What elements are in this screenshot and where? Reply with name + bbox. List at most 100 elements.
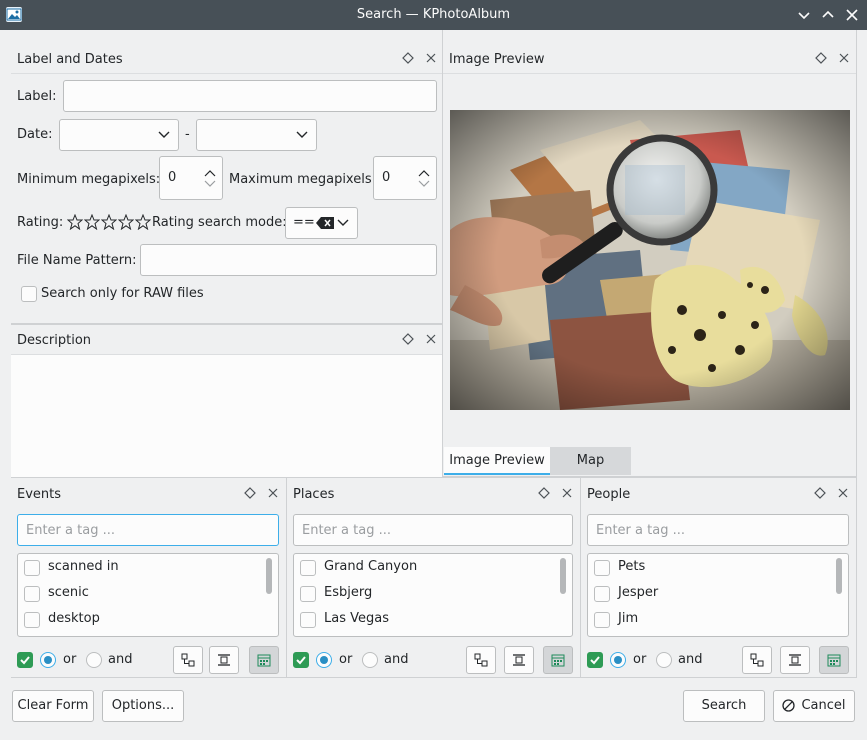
- category-enabled-checkbox[interactable]: [293, 652, 309, 668]
- float-icon[interactable]: [243, 486, 257, 500]
- tag-list[interactable]: scanned in scenic desktop: [17, 553, 279, 637]
- rating-star-icon[interactable]: [84, 214, 100, 230]
- search-dialog: Label and Dates Label: Date: - Minimum m…: [0, 30, 867, 740]
- list-scrollbar[interactable]: [560, 558, 566, 594]
- description-textarea[interactable]: [11, 354, 442, 477]
- rating-stars[interactable]: [67, 214, 151, 230]
- tag-list[interactable]: Pets Jesper Jim: [587, 553, 849, 637]
- category-enabled-checkbox[interactable]: [17, 652, 33, 668]
- tree-view-button[interactable]: [466, 646, 496, 674]
- tag-checkbox[interactable]: [24, 612, 40, 628]
- tag-checkbox[interactable]: [24, 560, 40, 576]
- tag-search-text[interactable]: [294, 515, 572, 545]
- tag-label: Jesper: [618, 585, 659, 600]
- date-from-combo[interactable]: [59, 119, 179, 151]
- and-radio[interactable]: [86, 652, 102, 668]
- spin-down-icon[interactable]: [418, 180, 430, 188]
- tag-search-text[interactable]: [588, 515, 848, 545]
- file-name-pattern-input[interactable]: [140, 244, 437, 276]
- file-name-pattern-text[interactable]: [141, 245, 436, 275]
- rating-star-icon[interactable]: [101, 214, 117, 230]
- tag-label: Grand Canyon: [324, 559, 418, 574]
- max-megapixels-spinbox[interactable]: 0: [373, 156, 437, 200]
- category-enabled-checkbox[interactable]: [587, 652, 603, 668]
- tree-view-button[interactable]: [173, 646, 203, 674]
- rating-star-icon[interactable]: [118, 214, 134, 230]
- tree-view-button[interactable]: [742, 646, 772, 674]
- close-icon[interactable]: [424, 51, 438, 65]
- search-button[interactable]: Search: [683, 690, 765, 722]
- spin-down-icon[interactable]: [204, 180, 216, 188]
- float-icon[interactable]: [814, 51, 828, 65]
- calendar-icon[interactable]: [543, 646, 573, 674]
- tag-list-item[interactable]: Pets: [594, 556, 826, 580]
- label-input[interactable]: [63, 80, 437, 112]
- close-window-icon[interactable]: [843, 6, 861, 24]
- tag-list-item[interactable]: Jesper: [594, 582, 826, 606]
- or-radio[interactable]: [316, 652, 332, 668]
- flat-view-button[interactable]: [780, 646, 810, 674]
- tag-search-input[interactable]: [587, 514, 849, 546]
- spin-up-icon[interactable]: [204, 169, 216, 177]
- raw-files-checkbox[interactable]: [21, 286, 37, 302]
- tag-list-item[interactable]: Jim: [594, 608, 826, 632]
- list-scrollbar[interactable]: [266, 558, 272, 594]
- float-icon[interactable]: [401, 332, 415, 346]
- tag-checkbox[interactable]: [594, 560, 610, 576]
- float-icon[interactable]: [813, 486, 827, 500]
- tag-list[interactable]: Grand Canyon Esbjerg Las Vegas: [293, 553, 573, 637]
- minimize-icon[interactable]: [795, 6, 813, 24]
- float-icon[interactable]: [537, 486, 551, 500]
- tag-checkbox[interactable]: [300, 612, 316, 628]
- calendar-icon[interactable]: [249, 646, 279, 674]
- chevron-down-icon: [296, 130, 308, 140]
- tag-list-item[interactable]: Esbjerg: [300, 582, 550, 606]
- tag-checkbox[interactable]: [300, 586, 316, 602]
- window-title: Search — KPhotoAlbum: [356, 7, 511, 22]
- tag-search-input[interactable]: [17, 514, 279, 546]
- spin-up-icon[interactable]: [418, 169, 430, 177]
- category-title: Events: [17, 487, 62, 502]
- clear-form-button[interactable]: Clear Form: [12, 690, 94, 722]
- or-radio[interactable]: [610, 652, 626, 668]
- options-button[interactable]: Options...: [102, 690, 184, 722]
- tag-list-item[interactable]: Grand Canyon: [300, 556, 550, 580]
- tag-search-input[interactable]: [293, 514, 573, 546]
- category-title: People: [587, 487, 631, 502]
- tag-checkbox[interactable]: [594, 612, 610, 628]
- and-radio[interactable]: [362, 652, 378, 668]
- rating-star-icon[interactable]: [135, 214, 151, 230]
- maximize-icon[interactable]: [819, 6, 837, 24]
- tag-checkbox[interactable]: [300, 560, 316, 576]
- or-radio[interactable]: [40, 652, 56, 668]
- tab-map[interactable]: Map: [550, 447, 631, 475]
- close-icon[interactable]: [836, 486, 850, 500]
- date-to-combo[interactable]: [196, 119, 317, 151]
- rating-mode-combo[interactable]: ==: [285, 207, 358, 239]
- category-panel-people: People Pets Jesper Jim or and: [581, 477, 857, 678]
- tag-label: Pets: [618, 559, 646, 574]
- close-icon[interactable]: [837, 51, 851, 65]
- close-icon[interactable]: [266, 486, 280, 500]
- tag-list-item[interactable]: Las Vegas: [300, 608, 550, 632]
- flat-view-button[interactable]: [504, 646, 534, 674]
- tag-search-text[interactable]: [18, 515, 278, 545]
- and-radio[interactable]: [656, 652, 672, 668]
- calendar-icon[interactable]: [819, 646, 849, 674]
- list-scrollbar[interactable]: [836, 558, 842, 594]
- tag-list-item[interactable]: scenic: [24, 582, 256, 606]
- rating-star-icon[interactable]: [67, 214, 83, 230]
- cancel-button[interactable]: Cancel: [773, 690, 855, 722]
- tag-list-item[interactable]: desktop: [24, 608, 256, 632]
- min-megapixels-spinbox[interactable]: 0: [159, 156, 223, 200]
- label-text[interactable]: [64, 81, 436, 111]
- tag-list-item[interactable]: scanned in: [24, 556, 256, 580]
- tag-checkbox[interactable]: [24, 586, 40, 602]
- close-icon[interactable]: [424, 332, 438, 346]
- flat-view-button[interactable]: [209, 646, 239, 674]
- category-panel-events: Events scanned in scenic desktop or and: [11, 477, 287, 678]
- close-icon[interactable]: [560, 486, 574, 500]
- tab-image-preview[interactable]: Image Preview: [444, 447, 550, 475]
- tag-checkbox[interactable]: [594, 586, 610, 602]
- float-icon[interactable]: [401, 51, 415, 65]
